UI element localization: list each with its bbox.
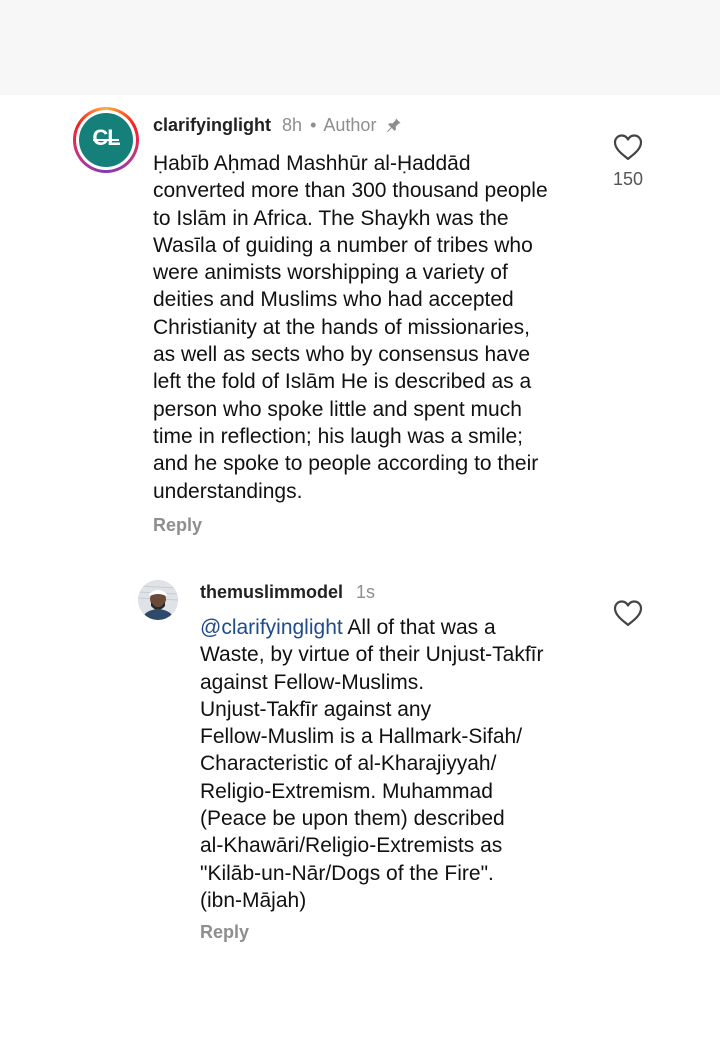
pin-icon: [385, 115, 402, 139]
reply-button[interactable]: Reply: [153, 515, 202, 536]
reply-text-content: All of that was a Waste, by virtue of th…: [200, 616, 544, 912]
story-ring-avatar[interactable]: CL: [73, 107, 139, 173]
like-button[interactable]: [612, 133, 644, 161]
reply-button[interactable]: Reply: [200, 922, 249, 943]
author-badge: Author: [323, 115, 377, 135]
like-button[interactable]: [612, 599, 644, 627]
meta-separator: •: [310, 115, 317, 135]
mention-link[interactable]: @clarifyinglight: [200, 616, 343, 639]
like-count: 150: [612, 169, 644, 189]
avatar: CL: [79, 113, 133, 167]
reply-timestamp: 1s: [356, 582, 376, 602]
top-background: [0, 0, 720, 95]
heart-outline-icon: [613, 600, 643, 627]
reply-avatar[interactable]: [138, 580, 178, 620]
comment-text: Ḥabīb Aḥmad Mashhūr al-Ḥaddād converted …: [153, 152, 548, 503]
reply-username[interactable]: themuslimmodel: [200, 582, 343, 602]
comment-timestamp: 8h: [282, 115, 303, 135]
reply-text: @clarifyinglight All of that was a Waste…: [200, 614, 600, 914]
comment-header: clarifyinglight 8h • Author: [153, 113, 402, 139]
reply-header: themuslimmodel 1s: [200, 580, 375, 604]
avatar-logo-text: CL: [92, 125, 120, 150]
heart-outline-icon: [613, 134, 643, 161]
comment-username[interactable]: clarifyinglight: [153, 115, 271, 135]
